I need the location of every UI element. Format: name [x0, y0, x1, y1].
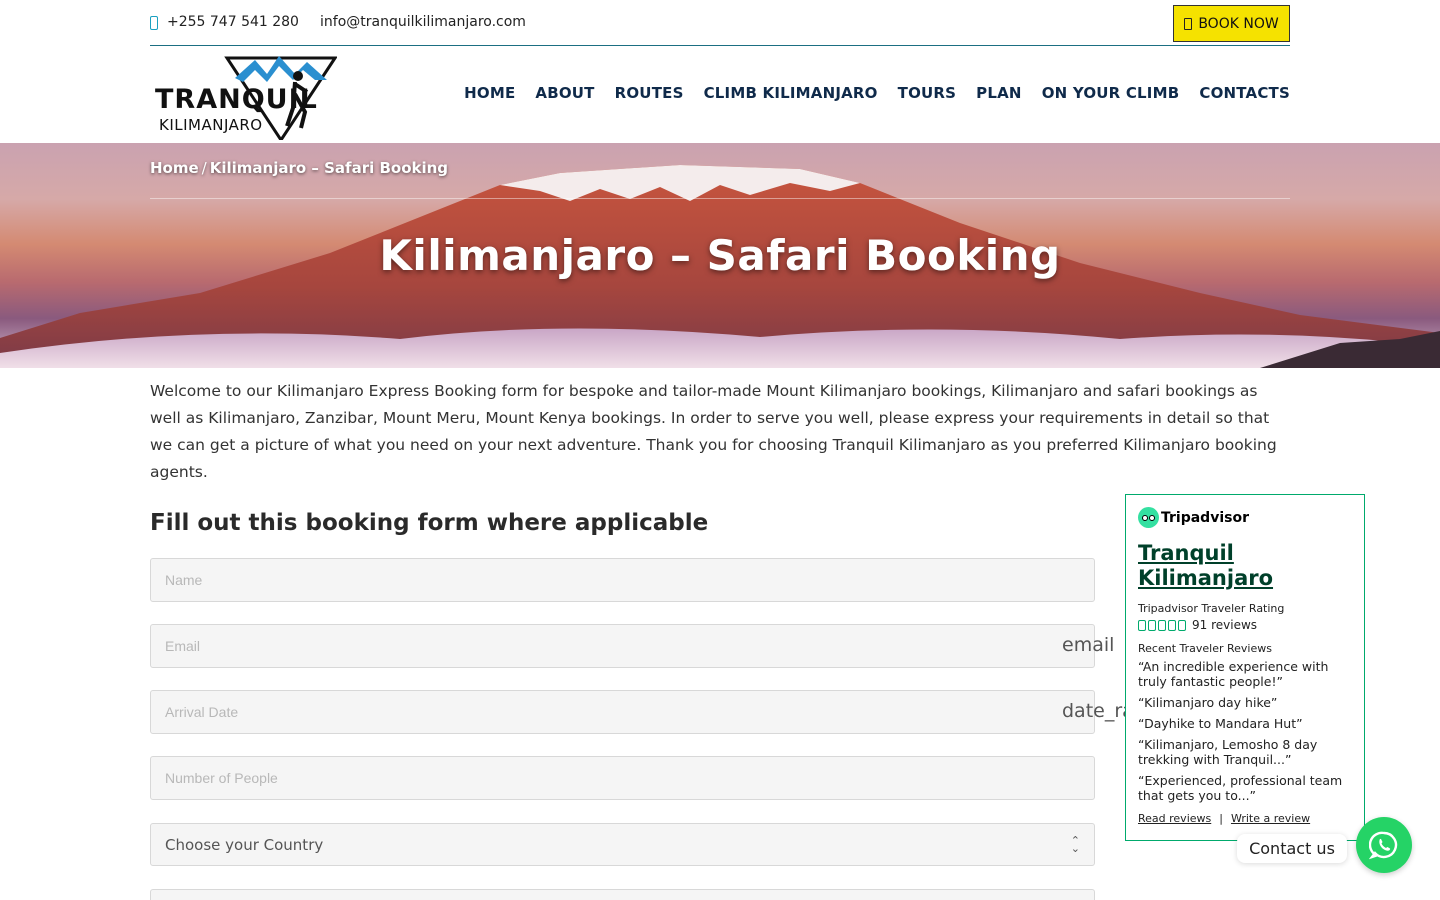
- breadcrumb-current: Kilimanjaro – Safari Booking: [209, 159, 449, 177]
- review-item[interactable]: “Experienced, professional team that get…: [1138, 773, 1352, 803]
- rating-bubble-icon: [1178, 619, 1186, 631]
- arrival-date-field-label: date_ra: [1062, 700, 1125, 722]
- rating-bubble-icon: [1168, 619, 1176, 631]
- links-separator: |: [1219, 812, 1223, 825]
- nav-home[interactable]: HOME: [464, 84, 515, 102]
- rating-bubble-icon: [1138, 619, 1146, 631]
- hero-divider: [150, 198, 1290, 199]
- nav-contacts[interactable]: CONTACTS: [1199, 84, 1290, 102]
- country-select[interactable]: Choose your Country ⌃ ⌄: [150, 823, 1095, 866]
- email-address[interactable]: info@tranquilkilimanjaro.com: [320, 14, 526, 30]
- top-bar: +255 747 541 280 info@tranquilkilimanjar…: [150, 0, 1290, 46]
- hero-banner: Home / Kilimanjaro – Safari Booking Kilima…: [0, 143, 1440, 368]
- nav-routes[interactable]: ROUTES: [615, 84, 684, 102]
- tripadvisor-logo[interactable]: Tripadvisor: [1138, 507, 1352, 528]
- nav-climb-kilimanjaro[interactable]: CLIMB KILIMANJARO: [704, 84, 878, 102]
- form-title: Fill out this booking form where applica…: [150, 510, 709, 536]
- logo-main-text: TRANQUIL: [155, 84, 318, 115]
- email-contact[interactable]: info@tranquilkilimanjaro.com: [320, 14, 526, 30]
- site-header: TRANQUIL KILIMANJARO HOME ABOUT ROUTES C…: [150, 46, 1290, 143]
- whatsapp-icon: [1369, 831, 1398, 860]
- read-reviews-link[interactable]: Read reviews: [1138, 812, 1211, 825]
- country-select-value: Choose your Country: [165, 835, 324, 854]
- rating-label: Tripadvisor Traveler Rating: [1138, 602, 1285, 615]
- name-input[interactable]: [150, 558, 1095, 602]
- tripadvisor-widget: Tripadvisor Tranquil Kilimanjaro Tripadv…: [1125, 494, 1365, 841]
- logo-sub-text: KILIMANJARO: [159, 116, 263, 134]
- tripadvisor-brand: Tripadvisor: [1161, 509, 1249, 526]
- next-form-field[interactable]: [150, 889, 1095, 900]
- recent-reviews-label: Recent Traveler Reviews: [1138, 642, 1272, 655]
- book-icon: [1184, 17, 1193, 30]
- review-item[interactable]: “Dayhike to Mandara Hut”: [1138, 716, 1352, 731]
- email-input[interactable]: [150, 624, 1095, 668]
- rating-bubble-icon: [1158, 619, 1166, 631]
- breadcrumb: Home / Kilimanjaro – Safari Booking: [150, 159, 448, 177]
- select-arrows-icon: ⌃ ⌄: [1070, 833, 1080, 855]
- page-title: Kilimanjaro – Safari Booking: [379, 231, 1061, 280]
- site-logo[interactable]: TRANQUIL KILIMANJARO: [155, 48, 338, 143]
- rating-bubbles: 91 reviews: [1138, 618, 1352, 632]
- business-name-link[interactable]: Tranquil Kilimanjaro: [1138, 541, 1352, 591]
- book-now-button[interactable]: BOOK NOW: [1173, 5, 1290, 42]
- contact-us-label[interactable]: Contact us: [1237, 834, 1347, 863]
- write-review-link[interactable]: Write a review: [1231, 812, 1310, 825]
- nav-tours[interactable]: TOURS: [898, 84, 957, 102]
- reviews-count: 91 reviews: [1192, 618, 1258, 632]
- number-of-people-input[interactable]: [150, 756, 1095, 800]
- nav-about[interactable]: ABOUT: [535, 84, 594, 102]
- nav-on-your-climb[interactable]: ON YOUR CLIMB: [1042, 84, 1180, 102]
- breadcrumb-separator: /: [201, 159, 207, 177]
- rating-bubble-icon: [1148, 619, 1156, 631]
- phone-icon: [150, 16, 158, 30]
- email-field-label: email: [1062, 634, 1115, 656]
- main-nav: HOME ABOUT ROUTES CLIMB KILIMANJARO TOUR…: [464, 84, 1290, 102]
- intro-text: Welcome to our Kilimanjaro Express Booki…: [150, 382, 1277, 481]
- review-item[interactable]: “An incredible experience with truly fan…: [1138, 659, 1352, 689]
- nav-plan[interactable]: PLAN: [976, 84, 1022, 102]
- review-item[interactable]: “Kilimanjaro day hike”: [1138, 695, 1352, 710]
- phone-contact[interactable]: +255 747 541 280: [150, 14, 299, 30]
- review-item[interactable]: “Kilimanjaro, Lemosho 8 day trekking wit…: [1138, 737, 1352, 767]
- phone-number[interactable]: +255 747 541 280: [167, 14, 299, 30]
- book-now-label: BOOK NOW: [1198, 15, 1279, 32]
- whatsapp-button[interactable]: [1356, 817, 1412, 873]
- arrival-date-input[interactable]: [150, 690, 1095, 734]
- tripadvisor-owl-icon: [1138, 507, 1159, 528]
- breadcrumb-home[interactable]: Home: [150, 159, 199, 177]
- tripadvisor-links: Read reviews | Write a review: [1138, 812, 1352, 825]
